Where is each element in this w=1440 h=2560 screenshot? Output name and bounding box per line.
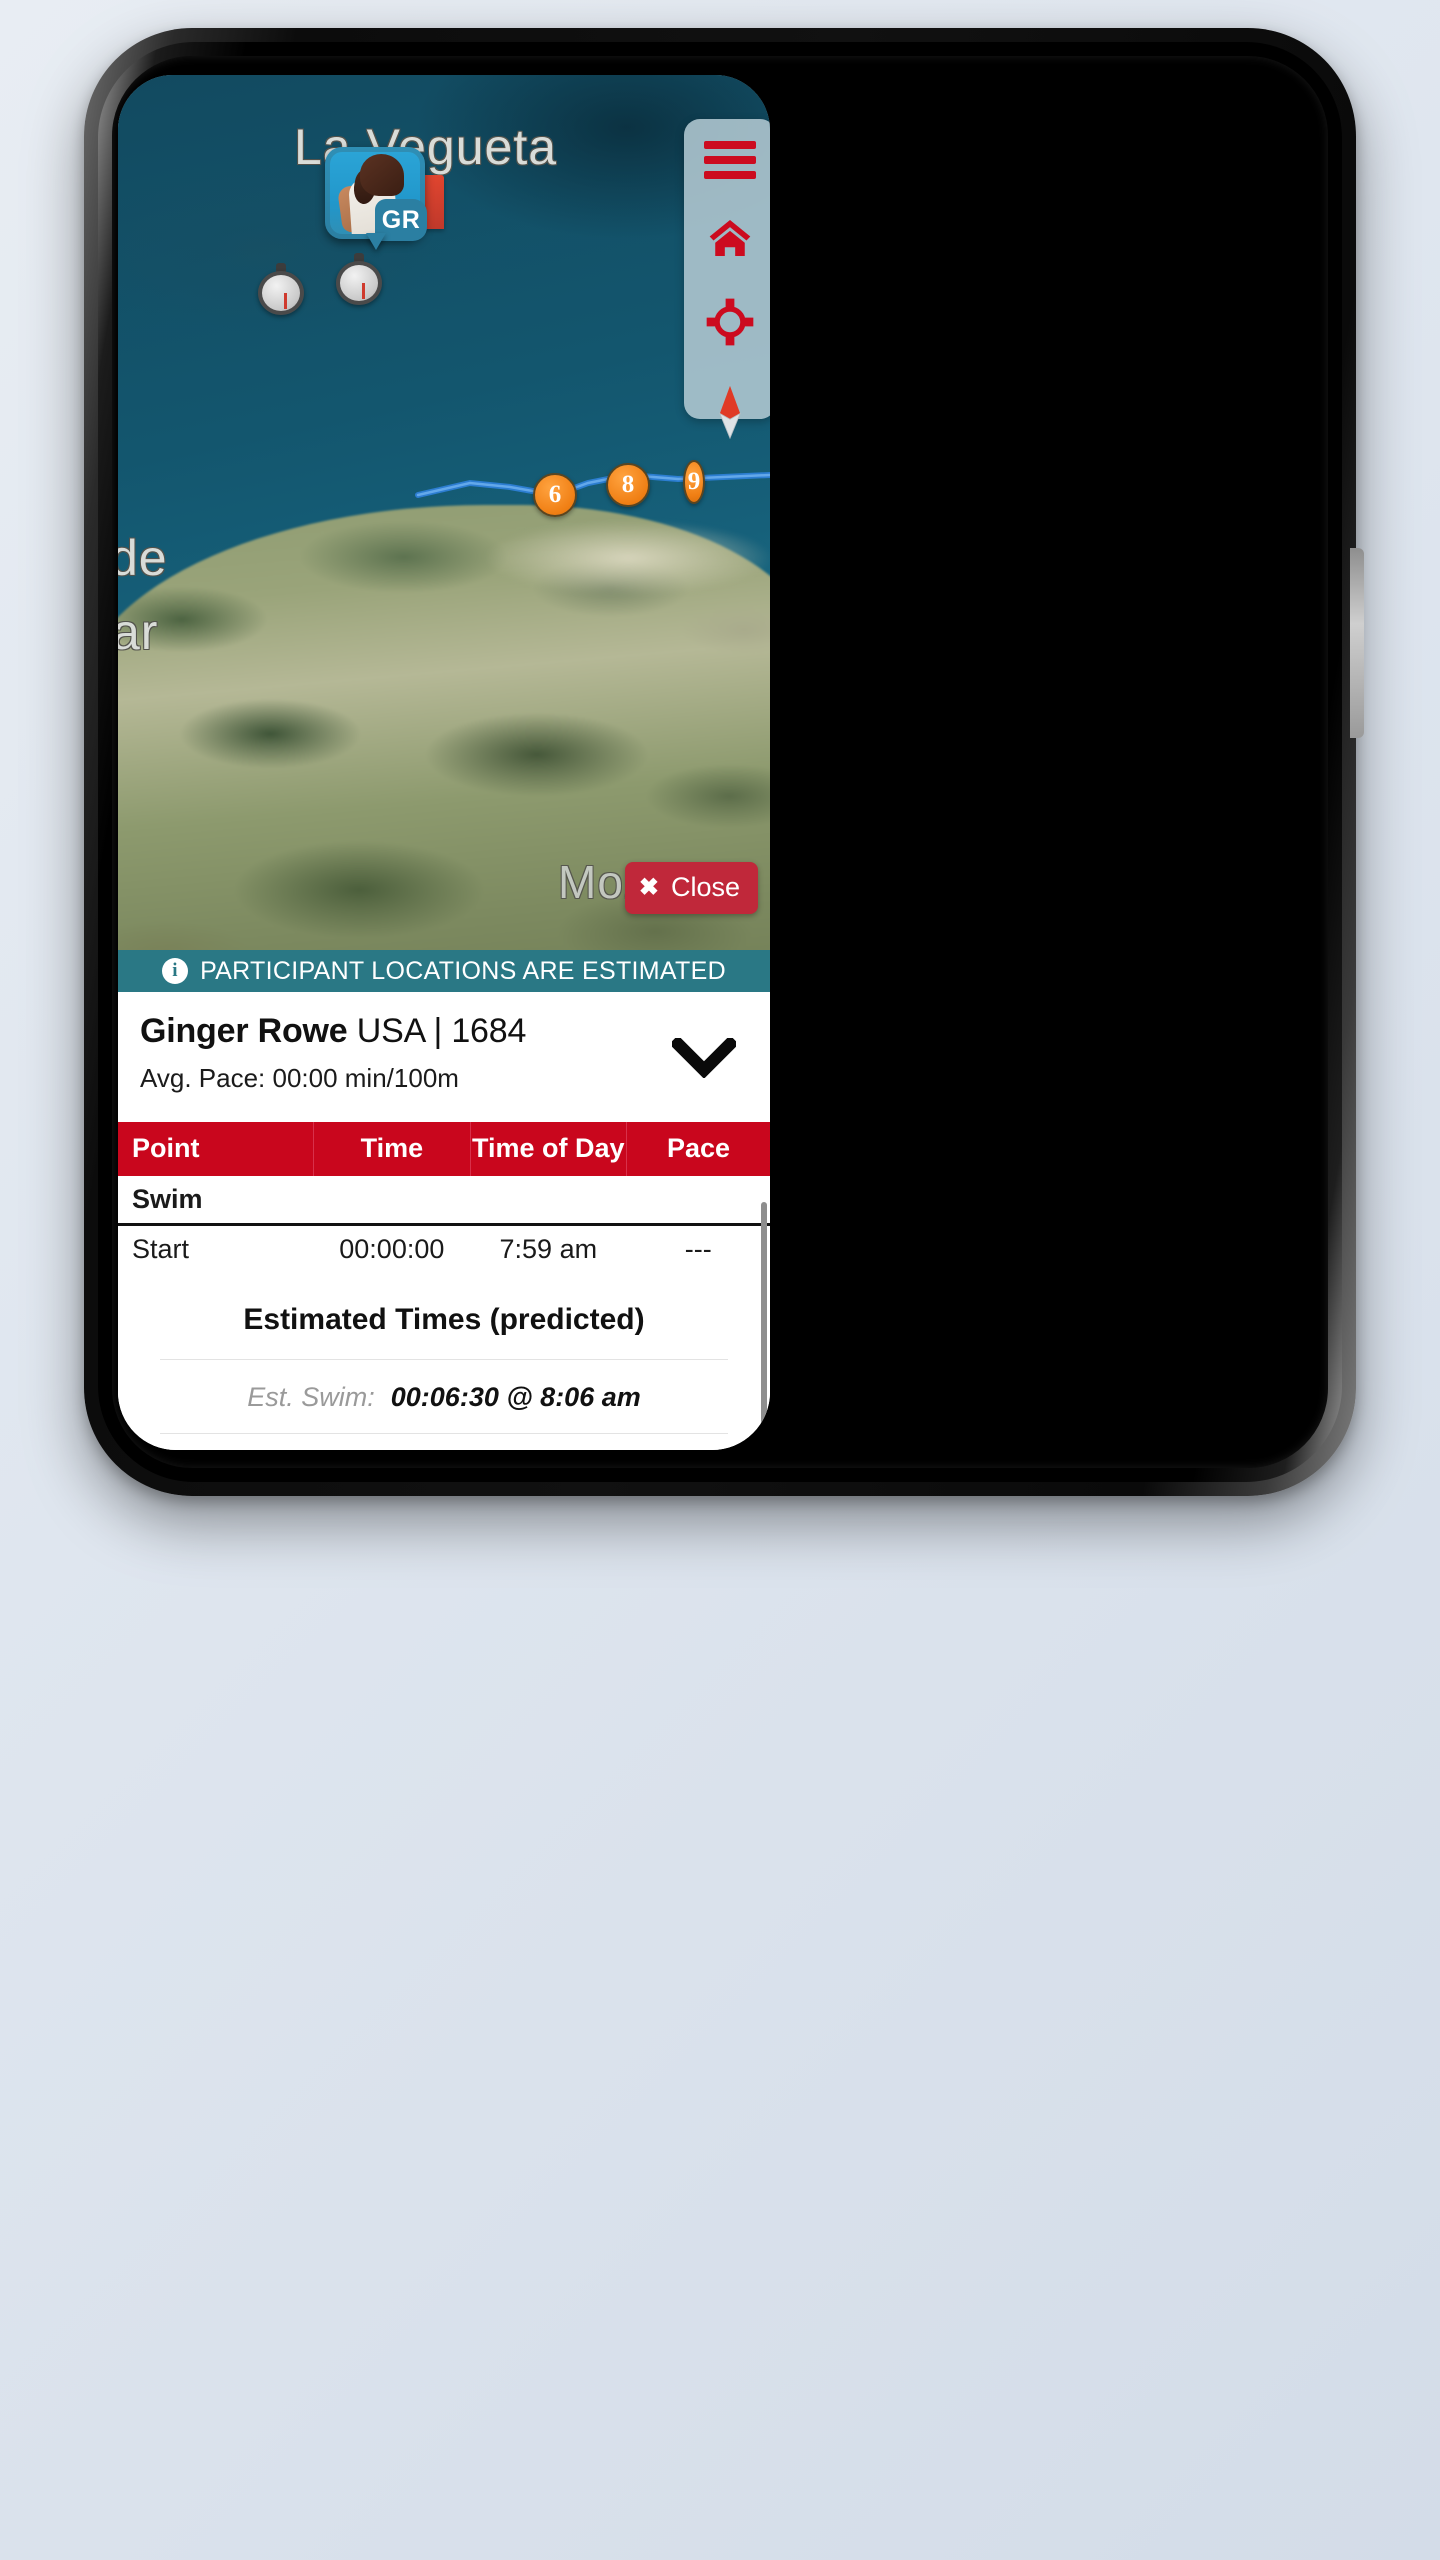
- map-view[interactable]: de ar La Vegueta Mozaga 6 8 9: [118, 75, 770, 950]
- estimated-row-bike: Est. BKE: 00:04:30 @ 8:04 am: [160, 1433, 728, 1450]
- column-header-point[interactable]: Point: [118, 1122, 315, 1176]
- column-header-time-of-day[interactable]: Time of Day: [470, 1122, 628, 1176]
- info-circle-icon: i: [162, 958, 189, 984]
- stopwatch-marker[interactable]: [256, 263, 306, 315]
- chevron-down-icon[interactable]: [669, 1035, 739, 1083]
- splits-table-header-row: Point Time Time of Day Pace: [118, 1122, 770, 1176]
- row-time-of-day: 7:59 am: [499, 1234, 598, 1264]
- participant-country: USA: [356, 1012, 425, 1050]
- section-blank-pace: [627, 1176, 770, 1225]
- banner-text: PARTICIPANT LOCATIONS ARE ESTIMATED: [200, 956, 726, 985]
- marker-pin-tip: [366, 233, 386, 250]
- participant-name: Ginger Rowe: [140, 1012, 348, 1050]
- stopwatch-needle-icon: [284, 293, 287, 309]
- close-button[interactable]: ✖ Close: [624, 862, 758, 914]
- compass-needle-icon[interactable]: [704, 383, 756, 441]
- panel-scrollbar[interactable]: [761, 1202, 767, 1450]
- table-row: Start 00:00:00 7:59 am ---: [118, 1225, 770, 1274]
- avatar-hair: [360, 154, 404, 196]
- column-header-pace[interactable]: Pace: [626, 1122, 770, 1176]
- crosshair-target-icon[interactable]: [704, 297, 756, 347]
- participant-header: Ginger Rowe USA | 1684 Avg. Pace: 00:00 …: [118, 992, 770, 1110]
- power-button[interactable]: [1350, 548, 1364, 738]
- stopwatch-needle-icon: [362, 283, 365, 299]
- athlete-map-marker[interactable]: GR: [325, 147, 427, 251]
- section-blank-tod: [470, 1176, 626, 1225]
- section-blank-time: [314, 1176, 470, 1225]
- participant-separator: |: [433, 1012, 443, 1050]
- route-node-6[interactable]: 6: [533, 473, 577, 517]
- stopwatch-face-icon: [258, 271, 304, 315]
- estimated-swim-value: 00:06:30 @ 8:06 am: [390, 1382, 641, 1412]
- participant-bib-number: 1684: [451, 1012, 527, 1050]
- athlete-marker-card: GR: [325, 147, 427, 241]
- route-node-9[interactable]: 9: [683, 460, 705, 504]
- column-header-time[interactable]: Time: [313, 1122, 471, 1176]
- home-icon[interactable]: [704, 215, 756, 261]
- splits-section-row: Swim: [118, 1176, 770, 1225]
- row-point: Start: [132, 1234, 190, 1264]
- section-label-swim: Swim: [132, 1184, 203, 1214]
- stopwatch-marker[interactable]: [334, 253, 384, 305]
- splits-table: Point Time Time of Day Pace Swim Start 0…: [118, 1122, 770, 1273]
- estimated-row-swim: Est. Swim: 00:06:30 @ 8:06 am: [160, 1359, 728, 1433]
- participant-title-line: Ginger Rowe USA | 1684: [140, 1012, 748, 1051]
- row-pace: ---: [684, 1234, 712, 1264]
- estimated-times-section: Estimated Times (predicted) Est. Swim: 0…: [118, 1273, 770, 1450]
- hamburger-menu-icon[interactable]: [704, 141, 756, 179]
- phone-screen: de ar La Vegueta Mozaga 6 8 9: [118, 75, 770, 1450]
- close-x-icon: ✖: [638, 874, 659, 901]
- close-button-label: Close: [670, 872, 740, 902]
- participant-avg-pace: Avg. Pace: 00:00 min/100m: [140, 1063, 459, 1093]
- participant-detail-panel: Ginger Rowe USA | 1684 Avg. Pace: 00:00 …: [118, 992, 770, 1450]
- estimated-locations-banner: i PARTICIPANT LOCATIONS ARE ESTIMATED: [118, 950, 770, 992]
- row-time: 00:00:00: [339, 1234, 445, 1264]
- route-polyline: [415, 471, 770, 499]
- map-controls-panel[interactable]: [684, 119, 770, 440]
- route-node-8[interactable]: 8: [606, 463, 650, 507]
- estimated-swim-label: Est. Swim:: [247, 1382, 375, 1412]
- estimated-times-title: Estimated Times (predicted): [243, 1303, 645, 1336]
- stopwatch-face-icon: [336, 261, 382, 305]
